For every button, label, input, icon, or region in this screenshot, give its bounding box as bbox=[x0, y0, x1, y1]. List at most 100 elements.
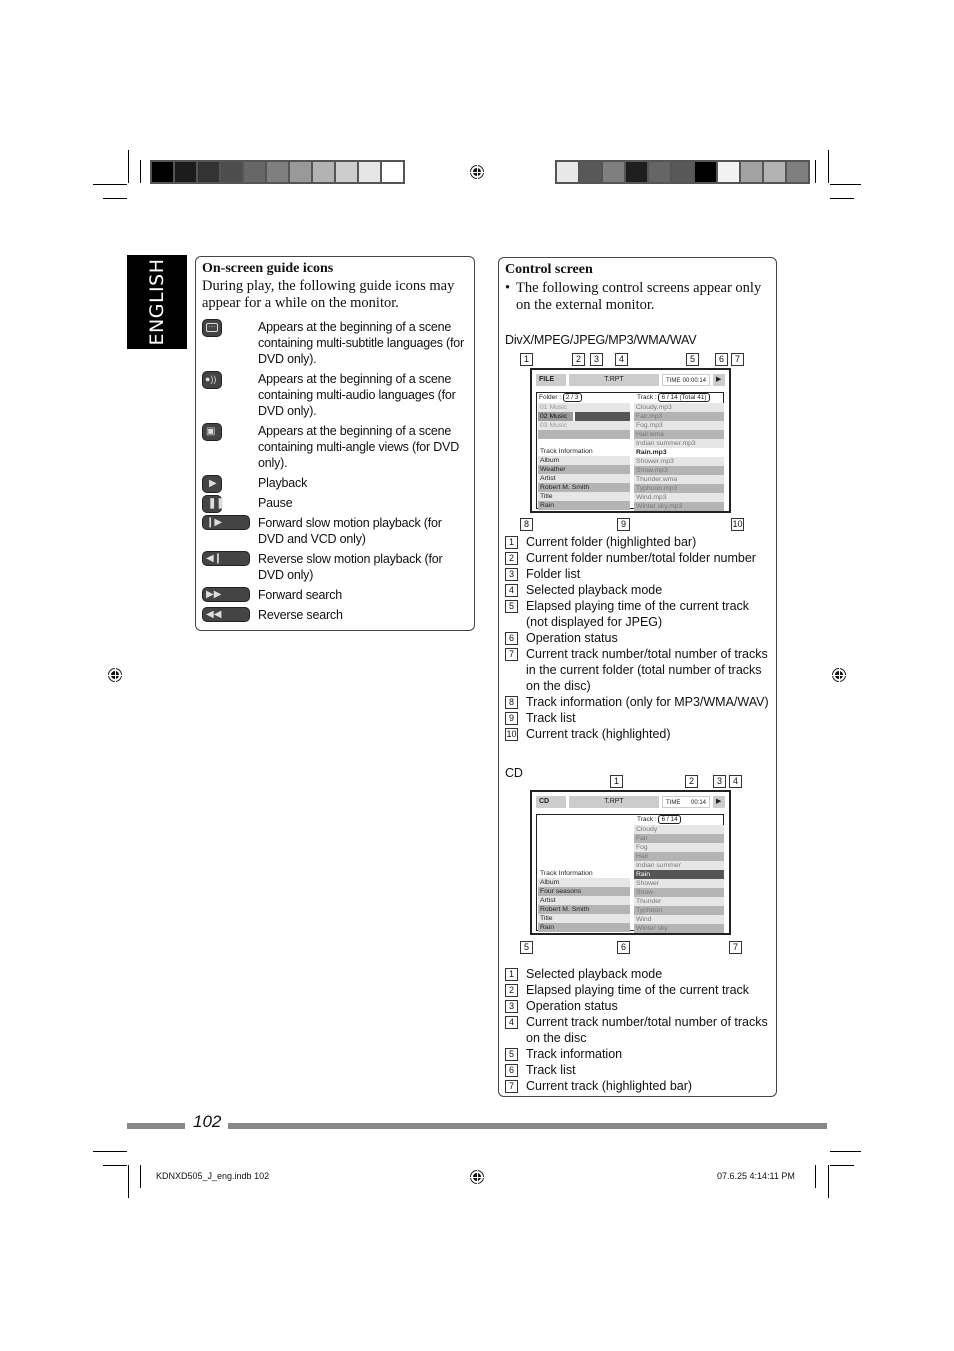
registration-mark-icon bbox=[468, 163, 486, 181]
legend-text: Track information bbox=[526, 1047, 623, 1061]
language-tab: ENGLISH bbox=[127, 255, 187, 349]
folder-list: 01 Music 02 Music 03 Music bbox=[538, 403, 630, 439]
folder-item bbox=[538, 430, 630, 439]
mode-label: FILE bbox=[536, 374, 566, 386]
track-info-row: Album bbox=[538, 878, 630, 887]
track-item: Snow.mp3 bbox=[634, 466, 724, 475]
legend-item: 6 Track list bbox=[505, 1062, 773, 1078]
callout-number: 6 bbox=[715, 353, 728, 366]
legend-text: Elapsed playing time of the current trac… bbox=[526, 599, 750, 629]
legend-text: Current track number/total number of tra… bbox=[526, 647, 768, 693]
color-swatch bbox=[557, 162, 578, 182]
footer-file: KDNXD505_J_eng.indb 102 bbox=[156, 1171, 270, 1181]
callout-number: 9 bbox=[617, 518, 630, 531]
status-icon: ▶ bbox=[713, 374, 725, 386]
color-swatch bbox=[382, 162, 403, 182]
track-info-row: Robert M. Smith bbox=[538, 483, 630, 492]
legend-item: 1 Selected playback mode bbox=[505, 966, 773, 982]
callout-number: 1 bbox=[520, 353, 533, 366]
callout-number: 2 bbox=[505, 552, 518, 565]
color-swatch bbox=[626, 162, 647, 182]
color-swatch bbox=[695, 162, 716, 182]
track-info-row: Album bbox=[538, 456, 630, 465]
callout-number: 4 bbox=[505, 584, 518, 597]
track-value: 6 / 14 (Total 41) bbox=[658, 393, 710, 402]
callout-number: 7 bbox=[729, 941, 742, 954]
crop-mark bbox=[830, 1151, 861, 1152]
callout-number: 6 bbox=[617, 941, 630, 954]
track-item: Winter sky bbox=[634, 924, 724, 933]
control-screen-panel: Control screen • The following control s… bbox=[498, 257, 777, 1097]
callout-number: 5 bbox=[505, 600, 518, 613]
registration-mark-icon bbox=[106, 666, 124, 684]
guide-icons-panel: On-screen guide icons During play, the f… bbox=[195, 256, 475, 631]
crop-mark bbox=[103, 1165, 127, 1166]
legend-text: Elapsed playing time of the current trac… bbox=[526, 983, 750, 997]
callout-number: 10 bbox=[731, 518, 744, 531]
crop-mark bbox=[828, 1165, 829, 1198]
track-info-row: Robert M. Smith bbox=[538, 905, 630, 914]
legend-text: Current track (highlighted bar) bbox=[526, 1079, 693, 1093]
time-label: TIME bbox=[666, 378, 681, 384]
crop-mark bbox=[140, 1165, 141, 1188]
guide-item-text: Appears at the beginning of a scene cont… bbox=[258, 320, 465, 366]
legend-item: 2 Elapsed playing time of the current tra… bbox=[505, 982, 773, 998]
legend-text: Current folder (highlighted bar) bbox=[526, 535, 697, 549]
crop-mark bbox=[128, 1165, 129, 1198]
track-item: Fog.mp3 bbox=[634, 421, 724, 430]
color-swatch bbox=[764, 162, 785, 182]
color-swatch bbox=[244, 162, 265, 182]
color-swatch bbox=[672, 162, 693, 182]
track-item: Cloudy bbox=[634, 825, 724, 834]
callout-number: 7 bbox=[731, 353, 744, 366]
current-track: Rain bbox=[634, 870, 724, 879]
callout-number: 2 bbox=[505, 984, 518, 997]
callout-number: 3 bbox=[505, 568, 518, 581]
legend-text: Selected playback mode bbox=[526, 583, 663, 597]
guide-item-text: Appears at the beginning of a scene cont… bbox=[258, 372, 456, 418]
track-item: Shower bbox=[634, 879, 724, 888]
crop-mark bbox=[830, 184, 861, 185]
color-swatch bbox=[741, 162, 762, 182]
track-item: Snow bbox=[634, 888, 724, 897]
color-swatch bbox=[221, 162, 242, 182]
legend-item: 4 Current track number/total number of tr… bbox=[505, 1014, 773, 1046]
track-item: Indian summer.mp3 bbox=[634, 439, 724, 448]
legend-text: Track list bbox=[526, 1063, 576, 1077]
legend-item: 7 Current track number/total number of tr… bbox=[505, 646, 773, 694]
current-track: Rain.mp3 bbox=[634, 448, 724, 457]
track-item: Fog bbox=[634, 843, 724, 852]
divx-legend: 1 Current folder (highlighted bar) 2 Curren… bbox=[505, 534, 773, 742]
crop-mark bbox=[93, 1151, 127, 1152]
legend-item: 3 Operation status bbox=[505, 998, 773, 1014]
footer-timestamp: 07.6.25 4:14:11 PM bbox=[717, 1171, 795, 1181]
legend-item: 9 Track list bbox=[505, 710, 773, 726]
callout-number: 9 bbox=[505, 712, 518, 725]
bullet-text: The following control screens appear onl… bbox=[516, 280, 762, 313]
crop-mark bbox=[830, 1165, 854, 1166]
track-item: Wind bbox=[634, 915, 724, 924]
legend-item: 4 Selected playback mode bbox=[505, 582, 773, 598]
color-swatch bbox=[313, 162, 334, 182]
color-swatch bbox=[718, 162, 739, 182]
guide-item-text: Forward slow motion playback (for DVD an… bbox=[258, 516, 442, 546]
color-swatch bbox=[198, 162, 219, 182]
callout-number: 10 bbox=[505, 728, 518, 741]
callout-number: 3 bbox=[590, 353, 603, 366]
color-swatch bbox=[580, 162, 601, 182]
legend-text: Track list bbox=[526, 711, 576, 725]
track-info-row: Artist bbox=[538, 896, 630, 905]
forward-slow-icon: ❙▶ bbox=[202, 515, 250, 530]
callout-number: 8 bbox=[520, 518, 533, 531]
track-info-heading: Track Information bbox=[538, 869, 630, 878]
callout-number: 2 bbox=[572, 353, 585, 366]
callout-number: 2 bbox=[685, 775, 698, 788]
track-item: Hail bbox=[634, 852, 724, 861]
registration-mark-icon bbox=[468, 1168, 486, 1186]
language-tab-label: ENGLISH bbox=[146, 258, 168, 346]
track-list: Cloudy Fair Fog Hail Indian summer Rain Shower… bbox=[634, 825, 724, 933]
crop-mark bbox=[93, 184, 127, 185]
crop-mark bbox=[828, 150, 829, 183]
divx-control-screen: FILE T.RPT TIME 00:00:14 ▶ Folder : 2 / … bbox=[530, 368, 731, 513]
status-icon: ▶ bbox=[713, 796, 725, 808]
